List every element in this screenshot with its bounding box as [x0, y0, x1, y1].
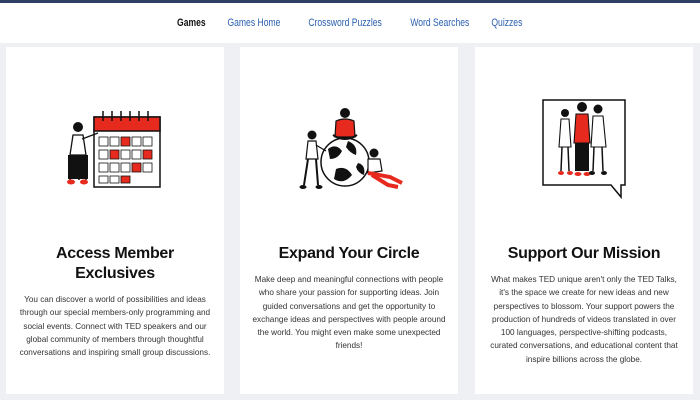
games-nav: Games Games Home Crossword Puzzles Word … [0, 3, 700, 43]
people-globe-illustration [299, 108, 403, 189]
nav-crossword-puzzles[interactable]: Crossword Puzzles [308, 17, 381, 29]
card-description: What makes TED unique aren't only the TE… [490, 275, 678, 364]
calendar-person-illustration [67, 111, 161, 188]
card-support-our-mission: Support Our Mission What makes TED uniqu… [475, 47, 693, 394]
card-description: You can discover a world of possibilitie… [19, 295, 211, 358]
card-title: Support Our Mission [507, 245, 661, 262]
nav-games[interactable]: Games [177, 17, 206, 29]
card-title: Access Member Exclusives [56, 245, 174, 282]
card-expand-your-circle: Expand Your Circle Make deep and meaning… [240, 47, 458, 394]
nav-quizzes[interactable]: Quizzes [492, 17, 523, 29]
nav-games-home[interactable]: Games Home [227, 17, 280, 29]
card-access-member-exclusives: Access Member Exclusives You can discove… [6, 47, 224, 394]
group-speech-bubble-illustration [542, 99, 626, 200]
nav-word-searches[interactable]: Word Searches [410, 17, 469, 29]
card-title: Expand Your Circle [278, 245, 420, 262]
card-description: Make deep and meaningful connections wit… [252, 275, 446, 351]
